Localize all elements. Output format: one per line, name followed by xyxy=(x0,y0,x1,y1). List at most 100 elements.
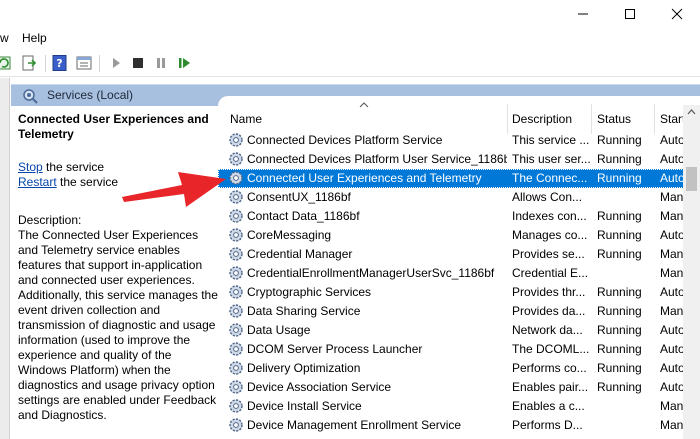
service-row[interactable]: Connected Devices Platform Service This s… xyxy=(218,131,700,150)
service-status: Running xyxy=(597,304,642,318)
column-header-status[interactable]: Status xyxy=(592,96,655,132)
service-row[interactable]: Data Sharing Service Provides da... Runnin… xyxy=(218,302,700,321)
service-description: Performs co... xyxy=(512,361,587,375)
service-description: Manages co... xyxy=(512,228,588,242)
service-status: Running xyxy=(597,361,642,375)
service-gear-icon xyxy=(229,190,243,204)
service-gear-icon xyxy=(229,247,243,261)
service-status: Running xyxy=(597,133,642,147)
service-row[interactable]: DCOM Server Process Launcher The DCOML...… xyxy=(218,340,700,359)
service-name: DCOM Server Process Launcher xyxy=(247,342,423,356)
pause-icon xyxy=(157,58,165,68)
services-header-title: Services (Local) xyxy=(47,88,134,102)
help-button[interactable]: ? xyxy=(52,55,68,71)
service-gear-icon xyxy=(229,304,243,318)
help-icon: ? xyxy=(52,55,67,71)
minimize-button[interactable] xyxy=(560,0,606,28)
service-gear-icon xyxy=(229,266,243,280)
service-gear-icon xyxy=(229,418,243,432)
service-row[interactable]: ConsentUX_1186bf Allows Con... Man xyxy=(218,188,700,207)
service-gear-icon xyxy=(229,171,243,185)
service-description: Network da... xyxy=(512,323,583,337)
restart-service-button[interactable] xyxy=(176,55,192,71)
scrollbar-thumb[interactable] xyxy=(686,167,697,191)
service-gear-icon xyxy=(229,152,243,166)
service-name: Data Usage xyxy=(247,323,311,337)
properties-icon xyxy=(76,56,92,70)
pause-service-button[interactable] xyxy=(153,55,169,71)
service-name: Device Association Service xyxy=(247,380,392,394)
service-description: Enables pair... xyxy=(512,380,589,394)
service-row[interactable]: Device Management Enrollment Service Perf… xyxy=(218,416,700,435)
annotation-arrow-icon xyxy=(122,172,226,207)
column-name-label: Name xyxy=(230,112,263,126)
menu-help[interactable]: Help xyxy=(22,31,47,45)
service-description: Provides se... xyxy=(512,247,585,261)
service-name: Connected Devices Platform Service xyxy=(247,133,443,147)
service-description: Allows Con... xyxy=(512,190,583,204)
service-row[interactable]: CredentialEnrollmentManagerUserSvc_1186b… xyxy=(218,264,700,283)
service-description: Indexes con... xyxy=(512,209,587,223)
service-row[interactable]: Device Install Service Enables a c... Man xyxy=(218,397,700,416)
service-status: Running xyxy=(597,152,642,166)
restart-service-link[interactable]: Restart xyxy=(18,175,57,189)
service-gear-icon xyxy=(229,285,243,299)
description-text: The Connected User Experiences and Telem… xyxy=(18,228,218,422)
stop-service-button[interactable] xyxy=(130,55,146,71)
service-description: Enables a c... xyxy=(512,399,585,413)
stop-service-link[interactable]: Stop xyxy=(18,160,43,174)
restart-icon xyxy=(179,58,190,68)
maximize-button[interactable] xyxy=(607,0,653,28)
service-status: Running xyxy=(597,342,642,356)
service-description-pane: Connected User Experiences and Telemetry… xyxy=(18,112,218,423)
service-gear-icon xyxy=(229,380,243,394)
service-name: Cryptographic Services xyxy=(247,285,372,299)
service-description: Credential E... xyxy=(512,266,589,280)
service-row[interactable]: Credential Manager Provides se... Running M… xyxy=(218,245,700,264)
menu-bar: w Help xyxy=(0,28,700,50)
column-header-description[interactable]: Description xyxy=(508,96,592,132)
service-description: Provides da... xyxy=(512,304,586,318)
close-button[interactable] xyxy=(654,0,700,28)
service-gear-icon xyxy=(229,361,243,375)
scroll-up-icon[interactable] xyxy=(687,109,696,115)
service-status: Running xyxy=(597,323,642,337)
export-icon xyxy=(22,55,37,71)
properties-button[interactable] xyxy=(76,55,92,71)
start-service-button[interactable] xyxy=(108,55,124,71)
stop-suffix: the service xyxy=(42,160,105,174)
services-window: w Help ? Services (Local) Connected User… xyxy=(0,0,700,439)
service-description: Performs D... xyxy=(512,418,583,432)
vertical-scrollbar[interactable] xyxy=(683,105,700,439)
service-name: CoreMessaging xyxy=(247,228,332,242)
service-name: Delivery Optimization xyxy=(247,361,361,375)
refresh-button[interactable] xyxy=(0,55,12,71)
service-row[interactable]: Device Association Service Enables pair..… xyxy=(218,378,700,397)
service-row[interactable]: Delivery Optimization Performs co... Runni… xyxy=(218,359,700,378)
service-status: Running xyxy=(597,285,642,299)
service-row[interactable]: Cryptographic Services Provides thr... Run… xyxy=(218,283,700,302)
column-header-name[interactable]: Name xyxy=(218,96,508,132)
service-row[interactable]: Contact Data_1186bf Indexes con... Running… xyxy=(218,207,700,226)
menu-view[interactable]: w xyxy=(0,31,9,45)
service-row[interactable]: Data Usage Network da... Running Auto xyxy=(218,321,700,340)
title-bar xyxy=(0,0,700,28)
toolbar: ? xyxy=(0,50,700,77)
service-row[interactable]: CoreMessaging Manages co... Running Auto xyxy=(218,226,700,245)
service-status: Running xyxy=(597,228,642,242)
service-name: Connected Devices Platform User Service_… xyxy=(247,152,507,166)
toolbar-separator xyxy=(99,55,100,72)
toolbar-separator xyxy=(45,55,46,72)
service-name: Device Management Enrollment Service xyxy=(247,418,462,432)
service-gear-icon xyxy=(229,342,243,356)
service-name: Data Sharing Service xyxy=(247,304,361,318)
export-list-button[interactable] xyxy=(22,55,38,71)
service-row[interactable]: Connected Devices Platform User Service_… xyxy=(218,150,700,169)
service-name: CredentialEnrollmentManagerUserSvc_1186b… xyxy=(247,266,495,280)
services-list: Name Description Status Start Connected … xyxy=(218,96,700,439)
column-description-label: Description xyxy=(512,112,573,126)
service-gear-icon xyxy=(229,323,243,337)
service-status: Running xyxy=(597,209,642,223)
console-tree-edge xyxy=(0,78,10,439)
service-row[interactable]: Connected User Experiences and Telemetry… xyxy=(218,169,700,188)
